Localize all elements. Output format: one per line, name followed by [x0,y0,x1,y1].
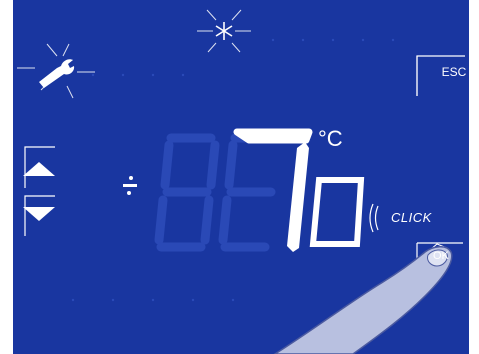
digit-zero [309,177,365,247]
click-hint-text: CLICK [391,210,432,225]
wrench-icon [17,43,95,99]
esc-button[interactable] [417,56,469,96]
ok-button[interactable] [417,243,467,283]
up-button[interactable] [25,147,61,189]
screenshot: °C CLICK ESC OK [0,0,479,354]
display-graphics [17,9,465,354]
ghost-digit-2 [218,133,280,252]
temperature-unit: °C [318,126,343,151]
click-waves [369,203,379,233]
down-button[interactable] [25,196,61,238]
snowflake-icon [197,9,251,53]
sign-indicator [123,176,137,195]
ghost-digit-1 [154,133,220,252]
thermostat-display: °C CLICK ESC OK [13,0,469,354]
